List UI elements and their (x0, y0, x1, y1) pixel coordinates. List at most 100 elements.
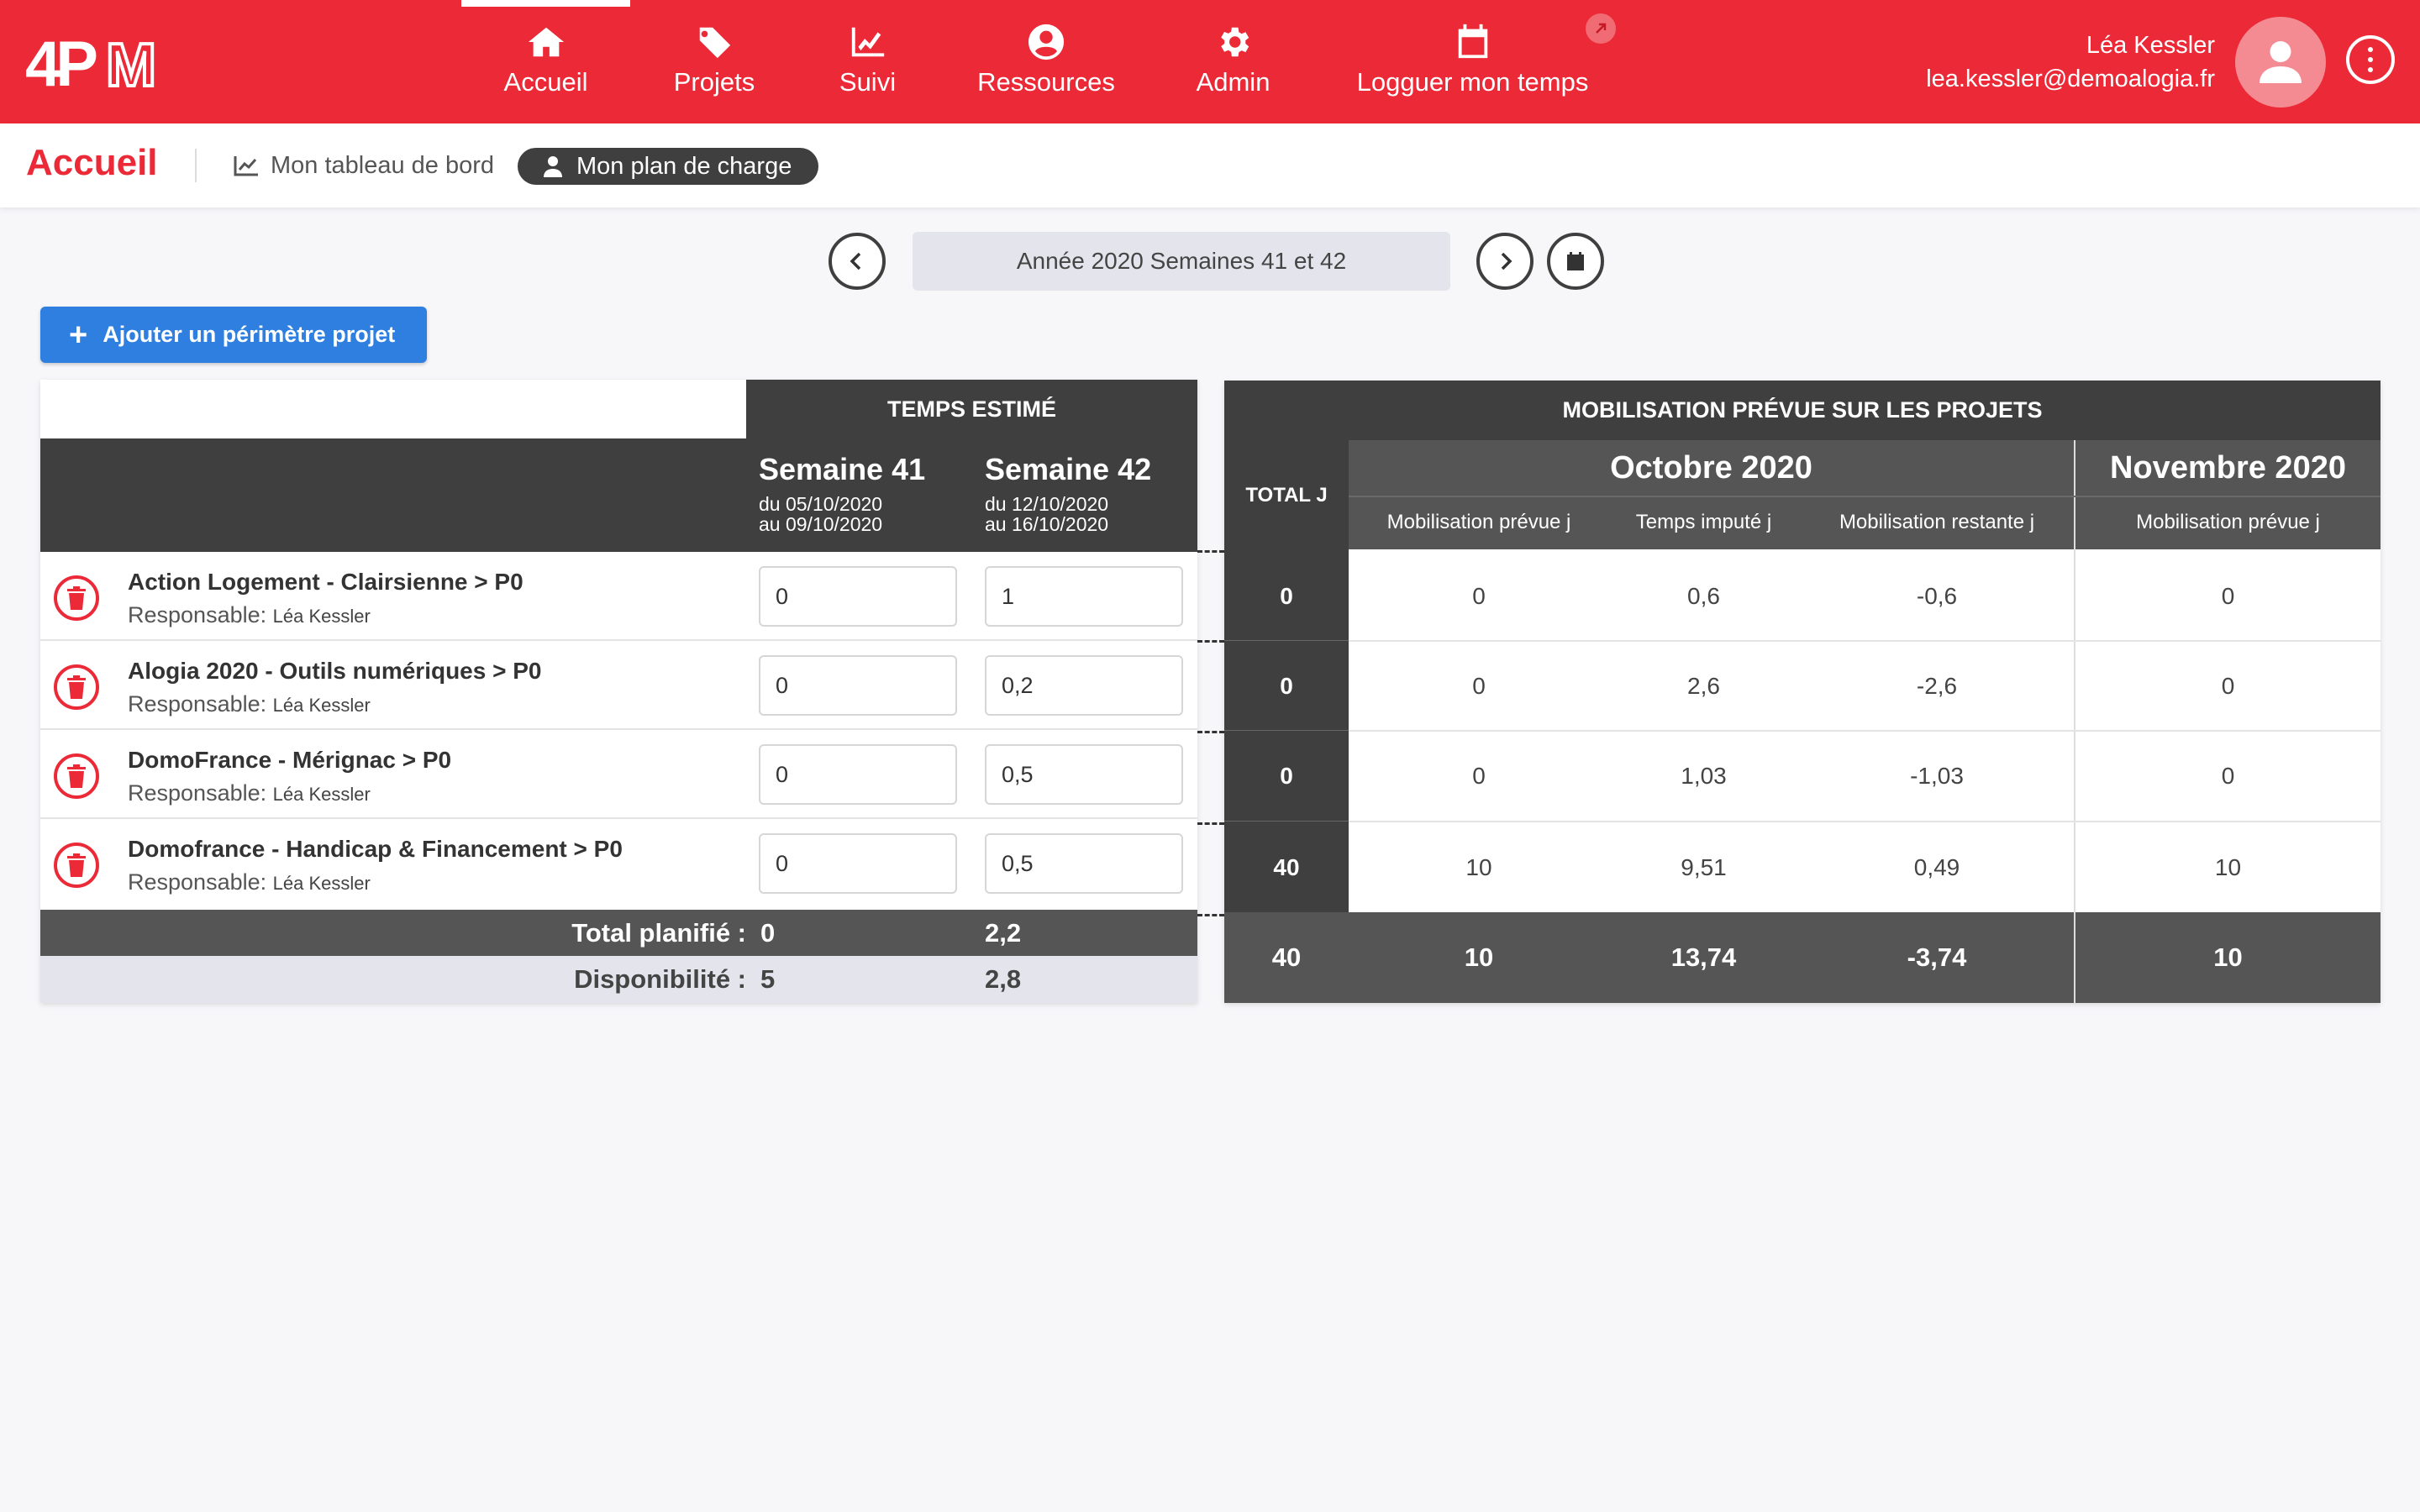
availability-label: Disponibilité : (574, 964, 746, 994)
trash-icon (67, 764, 86, 788)
chevron-left-icon (850, 252, 861, 270)
avatar[interactable] (2235, 17, 2326, 108)
row-connector (1197, 822, 1224, 825)
row-connector (1197, 550, 1224, 553)
nav-suivi[interactable]: Suivi (819, 0, 916, 123)
row-divider (1224, 821, 1349, 822)
oct-impute-cell: 9,51 (1681, 853, 1727, 880)
nav-label: Accueil (503, 67, 588, 97)
total-j-cell: 0 (1280, 763, 1293, 789)
column-header: Mobilisation prévue j (1386, 511, 1571, 533)
responsable: Responsable: Léa Kessler (128, 691, 371, 717)
nav-projets[interactable]: Projets (655, 0, 773, 123)
week41-input[interactable] (759, 655, 957, 716)
week-header: Semaine 42 du 12/10/2020 au 16/10/2020 (985, 452, 1151, 534)
week41-input[interactable] (759, 744, 957, 805)
week41-input[interactable] (759, 566, 957, 627)
app-logo[interactable]: 4P M (25, 30, 160, 97)
responsable-name: Léa Kessler (272, 606, 371, 627)
responsable-name: Léa Kessler (272, 784, 371, 805)
nov-prevue-sum: 10 (2213, 942, 2243, 972)
oct-restante-cell: 0,49 (1913, 853, 1960, 880)
calendar-icon (1567, 252, 1584, 270)
user-icon (2260, 41, 2302, 83)
oct-impute-cell: 2,6 (1687, 673, 1720, 699)
nav-label: Projets (673, 67, 755, 97)
trash-icon (67, 675, 86, 699)
delete-button[interactable] (54, 575, 99, 621)
delete-button[interactable] (54, 753, 99, 799)
external-link-badge-icon[interactable] (1586, 13, 1616, 44)
estimated-time-title: TEMPS ESTIMÉ (746, 380, 1197, 438)
nov-prevue-cell: 0 (2221, 673, 2235, 699)
responsable-label: Responsable: (128, 602, 267, 627)
plus-icon: + (69, 317, 88, 353)
oct-restante-cell: -0,6 (1916, 583, 1958, 609)
week-title: Semaine 42 (985, 452, 1152, 486)
oct-impute-sum: 13,74 (1670, 942, 1737, 972)
responsable: Responsable: Léa Kessler (128, 602, 371, 628)
period-display: Année 2020 Semaines 41 et 42 (913, 232, 1450, 291)
vertical-dots-icon (2368, 45, 2373, 75)
week42-input[interactable] (985, 655, 1183, 716)
nav-accueil[interactable]: Accueil (461, 0, 630, 123)
user-info: Léa Kessler lea.kessler@demoalogia.fr (1926, 29, 2215, 96)
total-week41: 0 (760, 918, 776, 948)
oct-impute-cell: 0,6 (1687, 583, 1720, 609)
more-options-button[interactable] (2346, 35, 2395, 84)
availability-week41: 5 (760, 964, 776, 994)
week41-input[interactable] (759, 833, 957, 894)
next-period-button[interactable] (1476, 233, 1534, 290)
responsable-label: Responsable: (128, 869, 267, 895)
nav-logguer-mon-temps[interactable]: Logguer mon temps (1349, 0, 1597, 123)
oct-restante-sum: -3,74 (1907, 942, 1967, 972)
4pm-logo-icon: 4P M (25, 30, 158, 97)
previous-period-button[interactable] (829, 233, 886, 290)
oct-prevue-cell: 0 (1472, 673, 1486, 699)
nov-prevue-cell: 0 (2221, 583, 2235, 609)
tab-label: Mon tableau de bord (271, 151, 495, 179)
oct-prevue-cell: 10 (1465, 853, 1492, 880)
tab-mon-plan-de-charge[interactable]: Mon plan de charge (518, 148, 819, 185)
week-header: Semaine 41 du 05/10/2020 au 09/10/2020 (759, 452, 925, 534)
month-title: Novembre 2020 (2110, 450, 2346, 486)
line-chart-icon (234, 156, 258, 176)
week-title: Semaine 41 (759, 452, 926, 486)
oct-prevue-cell: 0 (1472, 763, 1486, 789)
tab-mon-tableau-de-bord[interactable]: Mon tableau de bord (234, 149, 494, 182)
gear-icon (1220, 27, 1249, 57)
nav-label: Logguer mon temps (1356, 67, 1589, 97)
oct-impute-cell: 1,03 (1681, 763, 1727, 789)
total-j-cell: 0 (1280, 673, 1293, 699)
week42-input[interactable] (985, 566, 1183, 627)
svg-text:4P: 4P (25, 30, 97, 97)
project-name: Action Logement - Clairsienne > P0 (128, 569, 523, 595)
calendar-icon (1458, 24, 1487, 59)
table-row: DomoFrance - Mérignac > P0 Responsable: … (40, 730, 1197, 819)
chevron-right-icon (1501, 252, 1512, 270)
delete-button[interactable] (54, 843, 99, 888)
total-j-cell: 0 (1280, 583, 1293, 609)
svg-text:M: M (106, 32, 156, 97)
table-row: Action Logement - Clairsienne > P0 Respo… (40, 552, 1197, 641)
sub-header: Accueil Mon tableau de bord Mon plan de … (0, 123, 2420, 207)
nov-prevue-cell: 0 (2221, 763, 2235, 789)
nav-admin[interactable]: Admin (1185, 0, 1281, 123)
user-email: lea.kessler@demoalogia.fr (1926, 66, 2215, 92)
responsable-name: Léa Kessler (272, 695, 371, 716)
responsable: Responsable: Léa Kessler (128, 780, 371, 806)
week42-input[interactable] (985, 833, 1183, 894)
row-connector (1197, 914, 1224, 916)
total-j-header: TOTAL J (1245, 484, 1328, 507)
oct-restante-cell: -2,6 (1916, 673, 1958, 699)
total-j-cell: 40 (1273, 853, 1300, 880)
weeks-header: Semaine 41 du 05/10/2020 au 09/10/2020 S… (40, 438, 1197, 552)
week42-input[interactable] (985, 744, 1183, 805)
delete-button[interactable] (54, 664, 99, 710)
nav-ressources[interactable]: Ressources (966, 0, 1126, 123)
column-header: Temps imputé j (1635, 511, 1772, 533)
total-planned-row: Total planifié : 0 2,2 (40, 910, 1197, 956)
nav-label: Ressources (977, 67, 1115, 97)
calendar-picker-button[interactable] (1547, 233, 1604, 290)
add-project-scope-button[interactable]: + Ajouter un périmètre projet (40, 307, 427, 363)
